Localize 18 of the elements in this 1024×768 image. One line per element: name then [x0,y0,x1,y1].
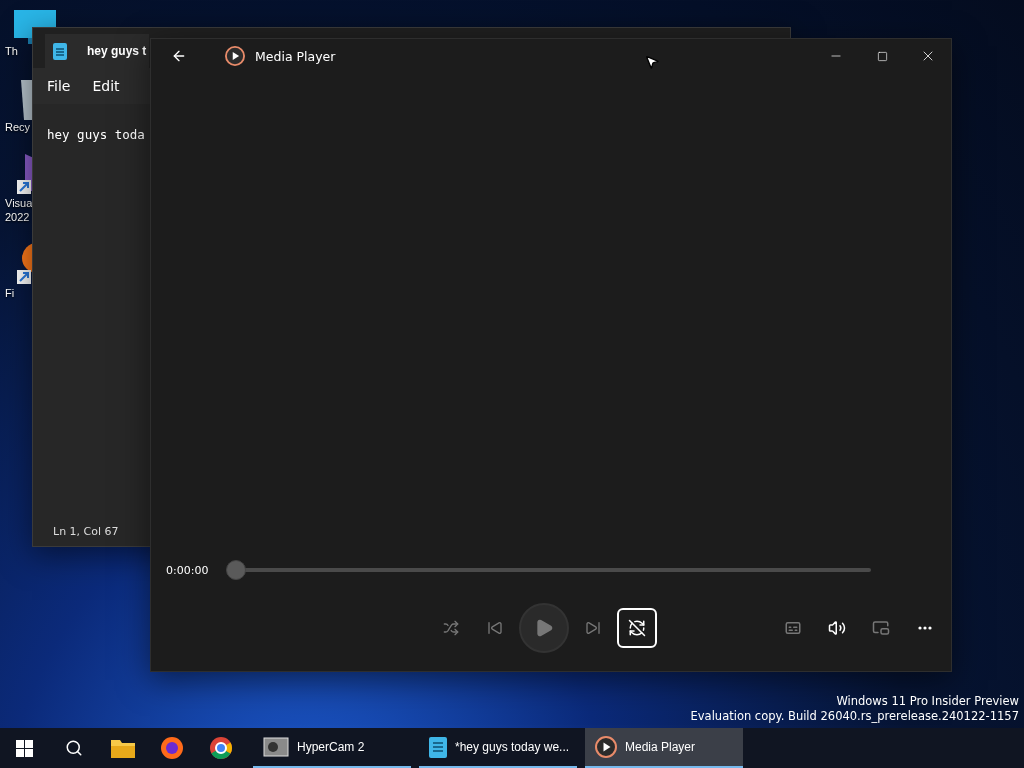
window-title: Media Player [255,48,336,64]
status-position: Ln 1, Col 67 [53,524,119,538]
taskbar-app-button[interactable]: *hey guys today we... [419,728,577,768]
elapsed-time: 0:00:00 [166,563,210,577]
menu-item[interactable]: File [47,78,71,94]
desktop-icon-label: Fi [5,286,15,300]
notepad-tab[interactable]: hey guys t [45,34,149,68]
document-text: hey guys toda [47,127,145,142]
watermark-text: Evaluation copy. Build 26040.rs_prerelease.240122-1157 [690,709,1019,724]
watermark-text: Windows 11 Pro Insider Preview [836,694,1019,709]
desktop-icon-label: Visua [5,196,33,210]
desktop-icon-label: Recy [5,120,31,134]
desktop-icon-label: Th [5,44,18,58]
desktop-icon-label: 2022 [5,210,30,224]
tab-title: hey guys t [87,44,147,58]
taskbar-app-button[interactable]: HyperCam 2 [253,728,411,768]
menu-item[interactable]: Edit [92,78,120,94]
taskbar-app-button[interactable]: Media Player [585,728,743,768]
